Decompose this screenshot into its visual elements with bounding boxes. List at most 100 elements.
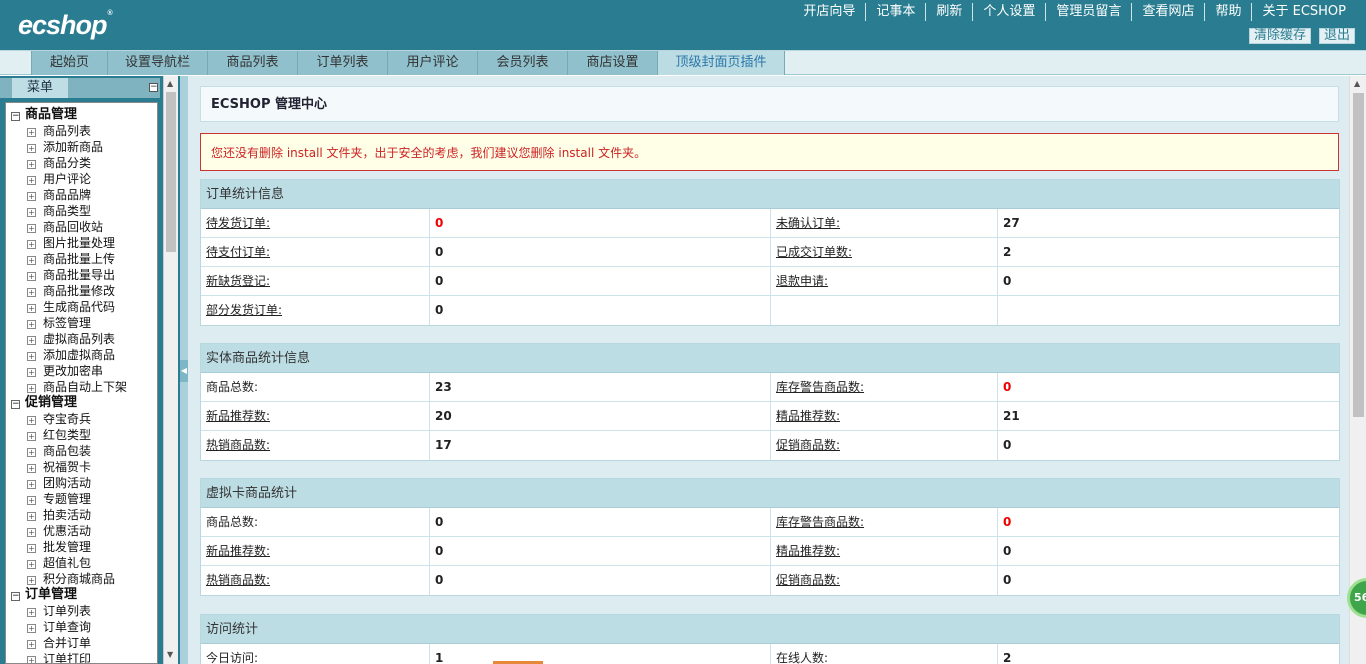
menu-item[interactable]: +商品批量上传 <box>27 251 115 267</box>
logout-button[interactable]: 退出 <box>1319 28 1355 44</box>
menu-item[interactable]: +超值礼包 <box>27 555 91 571</box>
menu-item[interactable]: +订单查询 <box>27 619 91 635</box>
expand-icon: + <box>27 208 36 217</box>
menu-item-label: 用户评论 <box>43 172 91 186</box>
stat-value: 20 <box>430 402 771 431</box>
menu-item[interactable]: +夺宝奇兵 <box>27 411 91 427</box>
menu-item[interactable]: +用户评论 <box>27 171 91 187</box>
menu-item[interactable]: +拍卖活动 <box>27 507 91 523</box>
menu-item[interactable]: +商品列表 <box>27 123 91 139</box>
tab-members[interactable]: 会员列表 <box>477 51 567 75</box>
ecshop-logo[interactable]: ecshop® <box>18 10 112 41</box>
stat-label-text[interactable]: 新缺货登记: <box>206 274 270 288</box>
menu-item[interactable]: +批发管理 <box>27 539 91 555</box>
stat-row: 商品总数:23库存警告商品数:0 <box>201 373 1339 402</box>
collapse-left-icon[interactable]: ◀ <box>180 360 188 382</box>
tab-comments[interactable]: 用户评论 <box>387 51 477 75</box>
menu-item[interactable]: +商品自动上下架 <box>27 379 127 395</box>
expand-icon: + <box>27 528 36 537</box>
menu-scroll-thumb[interactable] <box>166 92 176 252</box>
menu-item[interactable]: +专题管理 <box>27 491 91 507</box>
top-link-profile[interactable]: 个人设置 <box>972 3 1045 21</box>
scroll-up-icon[interactable]: ▲ <box>167 79 173 88</box>
menu-item[interactable]: +商品回收站 <box>27 219 103 235</box>
menu-item[interactable]: +商品分类 <box>27 155 91 171</box>
stat-label-text[interactable]: 热销商品数: <box>206 573 270 587</box>
menu-item[interactable]: +图片批量处理 <box>27 235 115 251</box>
stat-label-text[interactable]: 促销商品数: <box>776 573 840 587</box>
stat-label-text[interactable]: 促销商品数: <box>776 438 840 452</box>
stat-label-text[interactable]: 库存警告商品数: <box>776 515 864 529</box>
expand-icon: + <box>27 352 36 361</box>
stat-label-text[interactable]: 退款申请: <box>776 274 828 288</box>
menu-item[interactable]: +商品批量修改 <box>27 283 115 299</box>
top-link-notepad[interactable]: 记事本 <box>865 3 925 21</box>
tab-goods-list[interactable]: 商品列表 <box>207 51 297 75</box>
stat-value: 0 <box>998 508 1339 537</box>
menu-item[interactable]: +订单打印 <box>27 651 91 664</box>
menu-group[interactable]: −促销管理 <box>11 395 77 411</box>
top-link-about[interactable]: 关于 ECSHOP <box>1251 3 1356 21</box>
main-scrollbar[interactable]: ▲ <box>1349 76 1366 664</box>
stat-label-text[interactable]: 精品推荐数: <box>776 409 840 423</box>
stat-label-text[interactable]: 已成交订单数: <box>776 245 852 259</box>
stat-label: 热销商品数: <box>201 566 430 595</box>
menu-item[interactable]: +积分商城商品 <box>27 571 115 587</box>
collapse-icon[interactable]: − <box>11 400 20 409</box>
menu-item[interactable]: +商品类型 <box>27 203 91 219</box>
menu-item[interactable]: +商品包装 <box>27 443 91 459</box>
stat-label-text[interactable]: 精品推荐数: <box>776 544 840 558</box>
top-link-setup-wizard[interactable]: 开店向导 <box>793 3 865 21</box>
stat-value: 0 <box>430 537 771 566</box>
menu-item[interactable]: +订单列表 <box>27 603 91 619</box>
menu-item[interactable]: +优惠活动 <box>27 523 91 539</box>
stat-value: 0 <box>430 267 771 296</box>
menu-group[interactable]: −商品管理 <box>11 107 77 123</box>
top-link-admin-messages[interactable]: 管理员留言 <box>1045 3 1131 21</box>
expand-icon: + <box>27 336 36 345</box>
menu-item[interactable]: + 虚拟商品列表 <box>27 331 115 347</box>
menu-item[interactable]: +更改加密串 <box>27 363 103 379</box>
menu-item[interactable]: +商品品牌 <box>27 187 91 203</box>
stat-label: 库存警告商品数: <box>771 508 998 537</box>
top-link-help[interactable]: 帮助 <box>1204 3 1251 21</box>
panel-splitter[interactable]: ◀ <box>180 76 188 664</box>
stat-label-text[interactable]: 热销商品数: <box>206 438 270 452</box>
stat-label-text[interactable]: 待支付订单: <box>206 245 270 259</box>
menu-item-label: 虚拟商品列表 <box>43 332 115 346</box>
main-scroll-up-icon[interactable]: ▲ <box>1354 79 1360 88</box>
menu-item[interactable]: +商品批量导出 <box>27 267 115 283</box>
menu-item[interactable]: +团购活动 <box>27 475 91 491</box>
menu-item[interactable]: +标签管理 <box>27 315 91 331</box>
menu-item[interactable]: +添加虚拟商品 <box>27 347 115 363</box>
scroll-down-icon[interactable]: ▼ <box>167 650 173 659</box>
menu-item[interactable]: +生成商品代码 <box>27 299 115 315</box>
main-scroll-thumb[interactable] <box>1353 93 1364 417</box>
stat-value: 0 <box>430 508 771 537</box>
menu-title: 菜单 <box>12 78 68 98</box>
menu-group[interactable]: −订单管理 <box>11 587 77 603</box>
stat-label-text[interactable]: 新品推荐数: <box>206 544 270 558</box>
tab-shop-settings[interactable]: 商店设置 <box>567 51 657 75</box>
top-link-view-store[interactable]: 查看网店 <box>1131 3 1204 21</box>
menu-scrollbar[interactable]: ▲ ▼ <box>163 76 178 664</box>
stat-label-text[interactable]: 新品推荐数: <box>206 409 270 423</box>
stat-label-text[interactable]: 库存警告商品数: <box>776 380 864 394</box>
menu-item[interactable]: +添加新商品 <box>27 139 103 155</box>
stat-label-text[interactable]: 待发货订单: <box>206 216 270 230</box>
collapse-icon[interactable]: − <box>11 112 20 121</box>
tab-start-page[interactable]: 起始页 <box>31 51 107 75</box>
collapse-all-icon[interactable]: − <box>149 83 158 92</box>
tab-order-list[interactable]: 订单列表 <box>297 51 387 75</box>
stat-label-text[interactable]: 未确认订单: <box>776 216 840 230</box>
collapse-icon[interactable]: − <box>11 592 20 601</box>
tab-nav-settings[interactable]: 设置导航栏 <box>107 51 207 75</box>
tab-cover-plugin[interactable]: 顶级封面页插件 <box>657 51 785 75</box>
stat-label-text[interactable]: 部分发货订单: <box>206 303 282 317</box>
menu-item[interactable]: +红包类型 <box>27 427 91 443</box>
clear-cache-button[interactable]: 清除缓存 <box>1249 28 1311 44</box>
top-link-refresh[interactable]: 刷新 <box>925 3 972 21</box>
stat-label-text[interactable]: 在线人数: <box>776 651 828 664</box>
menu-item[interactable]: +祝福贺卡 <box>27 459 91 475</box>
menu-item[interactable]: +合并订单 <box>27 635 91 651</box>
